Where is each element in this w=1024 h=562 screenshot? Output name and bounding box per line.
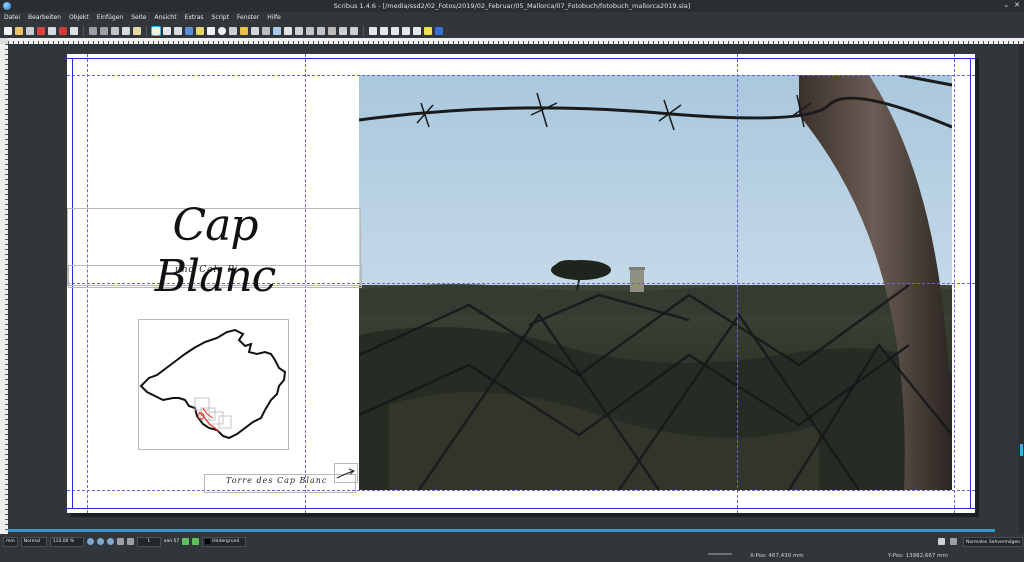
previous-page-icon[interactable] xyxy=(126,538,134,545)
edit-content-icon[interactable] xyxy=(284,26,292,35)
menu-file[interactable]: Datei xyxy=(4,14,20,21)
rotate-icon[interactable] xyxy=(262,26,270,35)
copy-properties-icon[interactable] xyxy=(339,26,347,35)
table-icon[interactable] xyxy=(196,26,204,35)
zoom-in-icon[interactable] xyxy=(106,538,114,545)
new-document-icon[interactable] xyxy=(4,26,12,35)
minimize-icon[interactable]: ⌄ xyxy=(1003,1,1009,9)
page-margin-top xyxy=(67,58,975,59)
image-frame-icon[interactable] xyxy=(174,26,182,35)
paste-icon[interactable] xyxy=(133,26,141,35)
pdf-listbox-icon[interactable] xyxy=(413,26,421,35)
map-image-frame[interactable] xyxy=(138,319,289,450)
color-management-icon[interactable] xyxy=(950,538,957,545)
guide-vertical[interactable] xyxy=(954,54,955,513)
page-number-input[interactable]: 1 xyxy=(136,536,161,547)
freehand-icon[interactable] xyxy=(251,26,259,35)
menu-page[interactable]: Seite xyxy=(131,14,146,21)
line-icon[interactable] xyxy=(229,26,237,35)
toolbar-separator xyxy=(363,25,364,36)
cut-icon[interactable] xyxy=(111,26,119,35)
save-icon[interactable] xyxy=(26,26,34,35)
link-frames-icon[interactable] xyxy=(306,26,314,35)
guide-horizontal[interactable] xyxy=(67,75,975,76)
menu-script[interactable]: Script xyxy=(212,14,229,21)
menu-windows[interactable]: Fenster xyxy=(237,14,259,21)
scribus-app-icon[interactable] xyxy=(3,2,11,10)
menu-view[interactable]: Ansicht xyxy=(154,14,176,21)
page-total-label: von 57 xyxy=(163,539,180,544)
pdf-link-icon[interactable] xyxy=(435,26,443,35)
y-position-label: Y-Pos: 13982,667 mm xyxy=(888,553,948,559)
visual-preview-select[interactable]: Normales Sehvermögen xyxy=(963,537,1024,547)
document-title: Cap Blanc xyxy=(154,200,277,302)
export-pdf-icon[interactable] xyxy=(70,26,78,35)
arrow-icon xyxy=(336,468,356,479)
polygon-icon[interactable] xyxy=(218,26,226,35)
status-bar: mm Normal 110,00 % 1 von 57 Hintergrund xyxy=(0,534,1024,562)
zoom-input[interactable]: 110,00 % xyxy=(49,536,84,547)
guide-vertical[interactable] xyxy=(737,54,738,513)
x-position-label: X-Pos: 467,430 mm xyxy=(750,553,804,559)
unlink-frames-icon[interactable] xyxy=(317,26,325,35)
pdf-button-icon[interactable] xyxy=(369,26,377,35)
layer-color-swatch xyxy=(205,539,211,544)
document-subtitle: und Cala Pi xyxy=(175,265,239,275)
measure-icon[interactable] xyxy=(328,26,336,35)
copy-icon[interactable] xyxy=(122,26,130,35)
close-icon[interactable]: ✕ xyxy=(1014,1,1020,9)
photo-caption: Torre des Cap Blanc xyxy=(226,476,328,485)
print-icon[interactable] xyxy=(48,26,56,35)
zoom-out-icon[interactable] xyxy=(86,538,94,545)
bezier-icon[interactable] xyxy=(240,26,248,35)
main-toolbar xyxy=(0,23,1024,39)
redo-icon[interactable] xyxy=(100,26,108,35)
page-margin-right xyxy=(970,58,971,508)
preview-mode-icon[interactable] xyxy=(938,538,945,545)
toolbar-separator xyxy=(83,25,84,36)
horizontal-scrollbar[interactable] xyxy=(8,529,995,532)
menu-insert[interactable]: Einfügen xyxy=(97,14,123,21)
select-tool-icon[interactable] xyxy=(151,25,161,36)
scrollbar-thumb[interactable] xyxy=(1020,444,1023,456)
menu-help[interactable]: Hilfe xyxy=(267,14,281,21)
unit-select[interactable]: mm xyxy=(3,536,18,547)
open-document-icon[interactable] xyxy=(15,26,23,35)
text-frame-icon[interactable] xyxy=(163,26,171,35)
menu-object[interactable]: Objekt xyxy=(69,14,89,21)
pdf-textfield-icon[interactable] xyxy=(380,26,388,35)
page-margin-bottom xyxy=(67,508,975,509)
window-title-bar: Scribus 1.4.6 - [/media/ssd2/02_Fotos/20… xyxy=(0,0,1024,12)
menu-bar: Datei Bearbeiten Objekt Einfügen Seite A… xyxy=(0,12,1024,23)
layer-select[interactable]: Hintergrund xyxy=(202,536,247,547)
arrow-graphic-frame[interactable] xyxy=(334,463,358,483)
zoom-100-icon[interactable] xyxy=(96,538,104,545)
preflight-icon[interactable] xyxy=(59,26,67,35)
mallorca-map-outline xyxy=(139,328,287,440)
next-page-icon[interactable] xyxy=(182,538,190,545)
eyedropper-icon[interactable] xyxy=(350,26,358,35)
pdf-combobox-icon[interactable] xyxy=(402,26,410,35)
close-document-icon[interactable] xyxy=(37,26,45,35)
render-frame-icon[interactable] xyxy=(185,26,193,35)
edit-text-icon[interactable] xyxy=(295,26,303,35)
menu-edit[interactable]: Bearbeiten xyxy=(28,14,61,21)
undo-icon[interactable] xyxy=(89,26,97,35)
image-quality-select[interactable]: Normal xyxy=(20,536,47,547)
status-grip xyxy=(708,553,732,555)
pdf-annotation-icon[interactable] xyxy=(424,26,432,35)
vertical-scrollbar[interactable] xyxy=(1019,44,1024,534)
menu-extras[interactable]: Extras xyxy=(185,14,204,21)
last-page-icon[interactable] xyxy=(192,538,200,545)
first-page-icon[interactable] xyxy=(116,538,124,545)
layer-name: Hintergrund xyxy=(212,539,240,544)
shape-icon[interactable] xyxy=(207,26,215,35)
zoom-icon[interactable] xyxy=(273,26,281,35)
toolbar-separator xyxy=(146,25,147,36)
pdf-checkbox-icon[interactable] xyxy=(391,26,399,35)
window-title: Scribus 1.4.6 - [/media/ssd2/02_Fotos/20… xyxy=(333,2,691,10)
vertical-ruler[interactable] xyxy=(0,44,8,534)
